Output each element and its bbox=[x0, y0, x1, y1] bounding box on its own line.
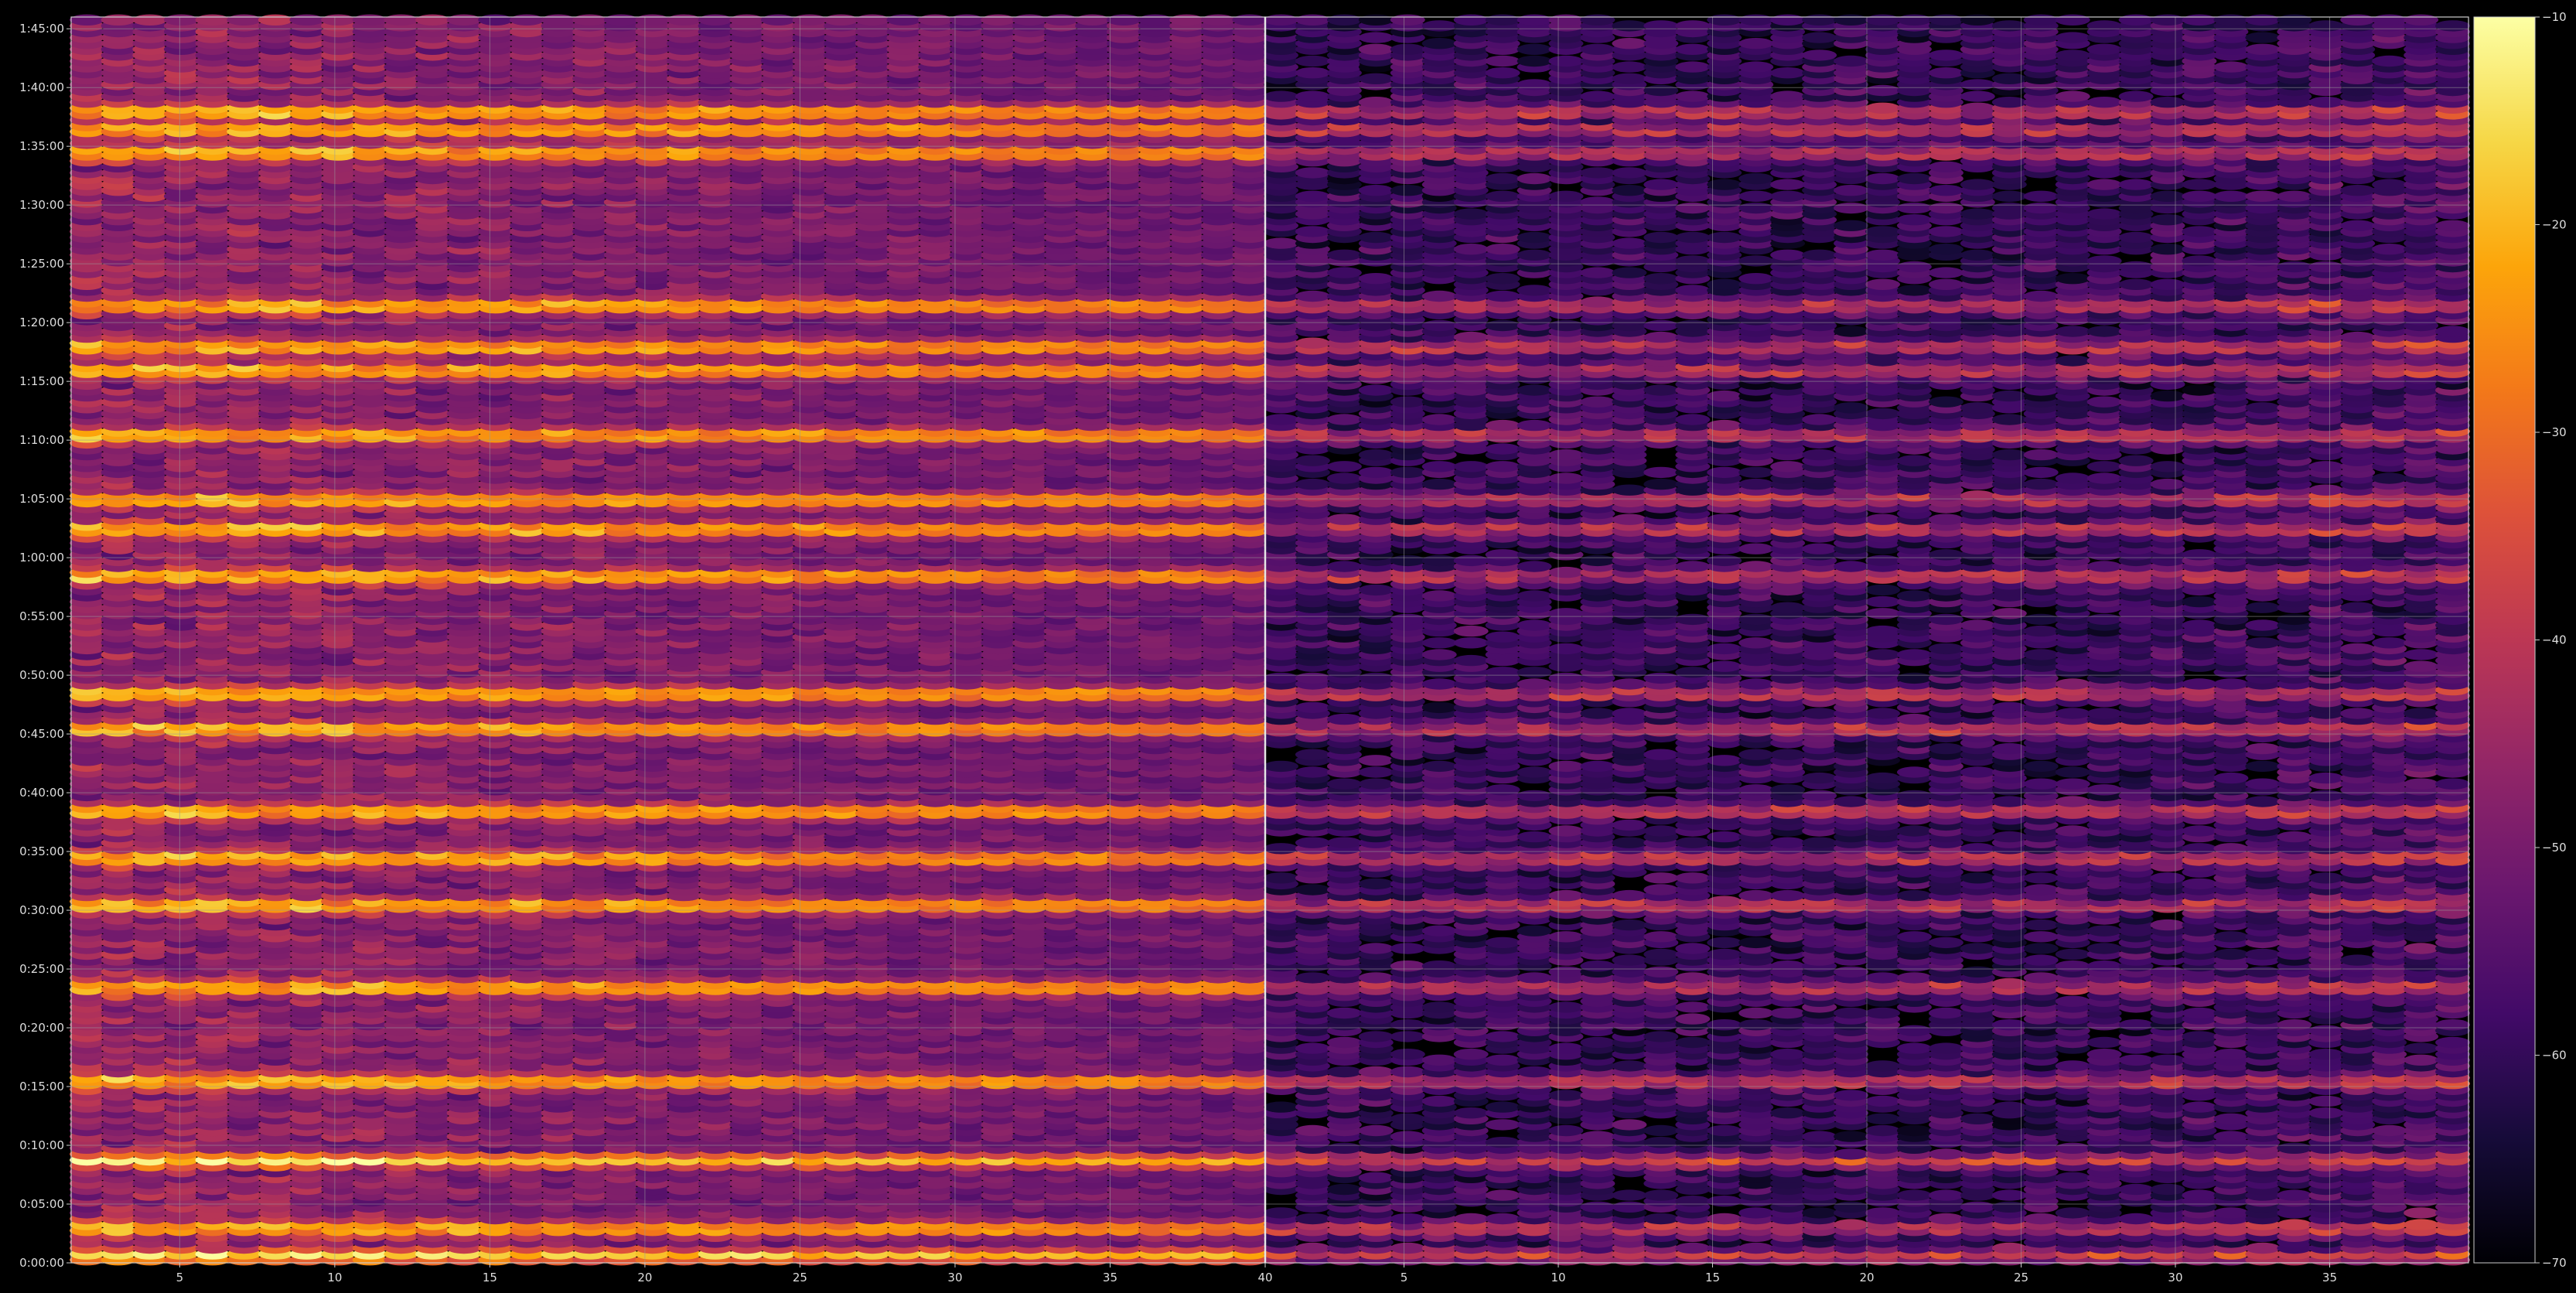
heatmap-panel-1 bbox=[70, 14, 1267, 1266]
heatmap-panels bbox=[70, 14, 2470, 1266]
heatmap-figure: 0:00:000:05:000:10:000:15:000:20:000:25:… bbox=[19, 10, 2566, 1284]
